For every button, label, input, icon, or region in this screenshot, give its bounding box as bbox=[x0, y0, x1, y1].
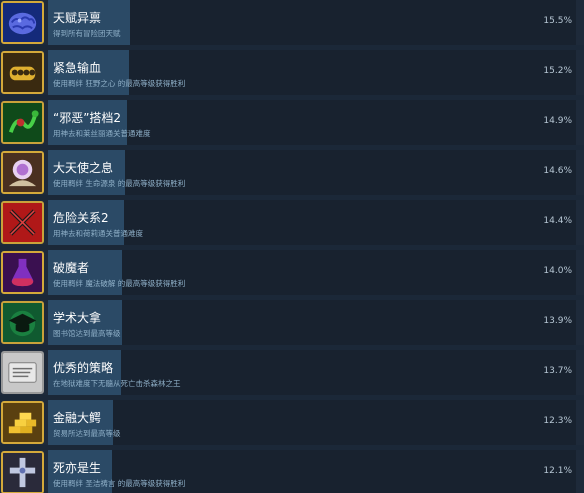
achievement-percent: 15.5% bbox=[543, 16, 572, 26]
progress-track bbox=[48, 400, 576, 445]
achievement-percent: 12.3% bbox=[543, 416, 572, 426]
achievement-percent: 13.9% bbox=[543, 316, 572, 326]
achievement-description: 使用羁绊 生命源泉 的最高等级获得胜利 bbox=[53, 179, 186, 188]
potion-icon bbox=[1, 251, 44, 294]
achievement-list: 天赋异禀 得到所有冒险团天赋 15.5% 紧急输血 使用羁绊 狂野之心 的最高等… bbox=[0, 0, 584, 493]
achievement-name: 金融大鳄 bbox=[53, 411, 102, 425]
achievement-description: 使用羁绊 魔法破解 的最高等级获得胜利 bbox=[53, 279, 186, 288]
progress-track bbox=[48, 300, 576, 345]
achievement-percent: 14.9% bbox=[543, 116, 572, 126]
achievement-row[interactable]: 学术大拿 图书馆达到最高等级 13.9% bbox=[0, 300, 584, 345]
achievement-description: 得到所有冒险团天赋 bbox=[53, 29, 121, 38]
achievement-description: 用神去和荷莉通关普通难度 bbox=[53, 229, 143, 238]
scroll-icon bbox=[1, 351, 44, 394]
achievement-description: 使用羁绊 狂野之心 的最高等级获得胜利 bbox=[53, 79, 186, 88]
achievement-percent: 14.6% bbox=[543, 166, 572, 176]
achievement-name: 大天使之息 bbox=[53, 161, 114, 175]
achievement-row[interactable]: 优秀的策略 在地狱难度下无髓从死亡击杀森林之王 13.7% bbox=[0, 350, 584, 395]
achievement-name: 天赋异禀 bbox=[53, 11, 102, 25]
achievement-row[interactable]: 死亦是生 使用羁绊 圣洁祷言 的最高等级获得胜利 12.1% bbox=[0, 450, 584, 493]
serpent-icon bbox=[1, 101, 44, 144]
achievement-row[interactable]: 天赋异禀 得到所有冒险团天赋 15.5% bbox=[0, 0, 584, 45]
angel-orb-icon bbox=[1, 151, 44, 194]
achievement-description: 在地狱难度下无髓从死亡击杀森林之王 bbox=[53, 379, 181, 388]
gold-bars-icon bbox=[1, 401, 44, 444]
achievement-description: 用神去和莱丝丽通关普通难度 bbox=[53, 129, 151, 138]
achievement-percent: 12.1% bbox=[543, 466, 572, 476]
achievement-percent: 14.0% bbox=[543, 266, 572, 276]
achievement-name: 死亦是生 bbox=[53, 461, 102, 475]
graduation-cap-icon bbox=[1, 301, 44, 344]
brain-icon bbox=[1, 1, 44, 44]
achievement-percent: 14.4% bbox=[543, 216, 572, 226]
achievement-description: 贸易所达到最高等级 bbox=[53, 429, 121, 438]
achievement-description: 图书馆达到最高等级 bbox=[53, 329, 121, 338]
achievement-row[interactable]: 危险关系2 用神去和荷莉通关普通难度 14.4% bbox=[0, 200, 584, 245]
achievement-name: 学术大拿 bbox=[53, 311, 102, 325]
achievement-row[interactable]: “邪恶”搭档2 用神去和莱丝丽通关普通难度 14.9% bbox=[0, 100, 584, 145]
brass-knuckles-icon bbox=[1, 51, 44, 94]
achievement-percent: 15.2% bbox=[543, 66, 572, 76]
achievement-name: 破魔者 bbox=[53, 261, 90, 275]
achievement-name: “邪恶”搭档2 bbox=[53, 111, 122, 125]
achievement-description: 使用羁绊 圣洁祷言 的最高等级获得胜利 bbox=[53, 479, 186, 488]
achievement-percent: 13.7% bbox=[543, 366, 572, 376]
achievement-row[interactable]: 大天使之息 使用羁绊 生命源泉 的最高等级获得胜利 14.6% bbox=[0, 150, 584, 195]
achievement-name: 紧急输血 bbox=[53, 61, 102, 75]
achievement-row[interactable]: 紧急输血 使用羁绊 狂野之心 的最高等级获得胜利 15.2% bbox=[0, 50, 584, 95]
holy-cross-icon bbox=[1, 451, 44, 493]
achievement-row[interactable]: 金融大鳄 贸易所达到最高等级 12.3% bbox=[0, 400, 584, 445]
achievement-row[interactable]: 破魔者 使用羁绊 魔法破解 的最高等级获得胜利 14.0% bbox=[0, 250, 584, 295]
achievement-name: 危险关系2 bbox=[53, 211, 109, 225]
crossed-swords-icon bbox=[1, 201, 44, 244]
achievement-name: 优秀的策略 bbox=[53, 361, 114, 375]
